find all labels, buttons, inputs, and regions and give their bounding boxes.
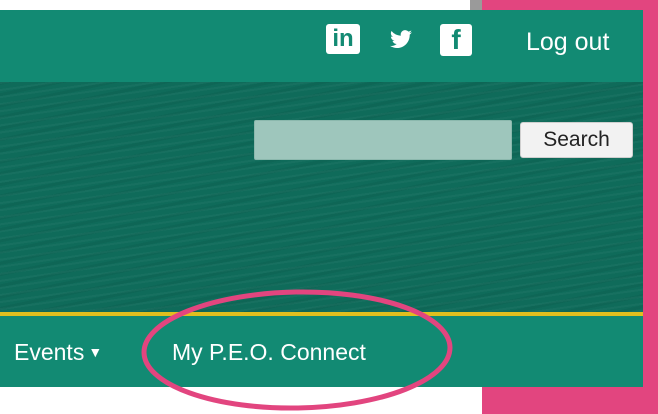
twitter-bird-glyph <box>390 30 412 48</box>
nav-item-label: Events <box>14 339 85 365</box>
top-margin <box>0 0 472 6</box>
nav-item-my-peo-connect[interactable]: My P.E.O. Connect <box>172 338 366 366</box>
logout-link[interactable]: Log out <box>526 26 609 58</box>
caret-down-icon: ▼ <box>88 344 103 360</box>
nav-item-label: My P.E.O. Connect <box>172 339 366 365</box>
search-input[interactable] <box>254 120 512 160</box>
twitter-icon[interactable] <box>388 24 414 56</box>
header-banner <box>0 82 643 312</box>
site-header-screenshot: in f Log out Search Events ▼ My P.E.O. Co… <box>0 0 658 414</box>
nav-item-events[interactable]: Events ▼ <box>14 338 102 366</box>
divider <box>470 0 482 10</box>
search-button[interactable]: Search <box>520 122 633 158</box>
facebook-icon[interactable]: f <box>440 24 472 56</box>
linkedin-icon[interactable]: in <box>326 24 360 54</box>
